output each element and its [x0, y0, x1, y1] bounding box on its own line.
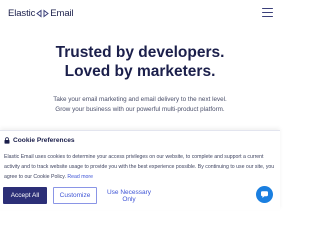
- chat-bubble-icon: [261, 191, 268, 198]
- hero-subtitle-line2: Grow your business with our powerful mul…: [55, 106, 225, 113]
- hero-title-line2: Loved by marketers.: [64, 63, 216, 80]
- logo-text-left: Elastic: [8, 7, 36, 19]
- hamburger-menu-icon[interactable]: [262, 8, 273, 17]
- logo[interactable]: Elastic Email: [8, 6, 74, 20]
- hero-subtitle: Take your email marketing and email deli…: [0, 95, 280, 115]
- hero-title: Trusted by developers. Loved by marketer…: [0, 43, 280, 81]
- customize-button[interactable]: Customize: [53, 187, 97, 204]
- cookie-description-text: Elastic Email uses cookies to determine …: [4, 154, 275, 180]
- chat-launcher-button[interactable]: [256, 186, 273, 203]
- hero-subtitle-line1: Take your email marketing and email deli…: [53, 96, 227, 103]
- cookie-description: Elastic Email uses cookies to determine …: [4, 152, 276, 182]
- cookie-header: Cookie Preferences: [4, 137, 75, 144]
- cookie-title: Cookie Preferences: [13, 137, 75, 144]
- use-necessary-only-button[interactable]: Use Necessary Only: [101, 187, 157, 204]
- lock-icon: [4, 137, 10, 144]
- accept-all-button[interactable]: Accept All: [3, 187, 47, 204]
- read-more-link[interactable]: Read more: [67, 174, 93, 180]
- site-header: Elastic Email: [0, 0, 280, 26]
- elastic-email-mark-icon: [36, 9, 50, 17]
- logo-text-right: Email: [50, 7, 74, 19]
- hero-title-line1: Trusted by developers.: [55, 44, 225, 61]
